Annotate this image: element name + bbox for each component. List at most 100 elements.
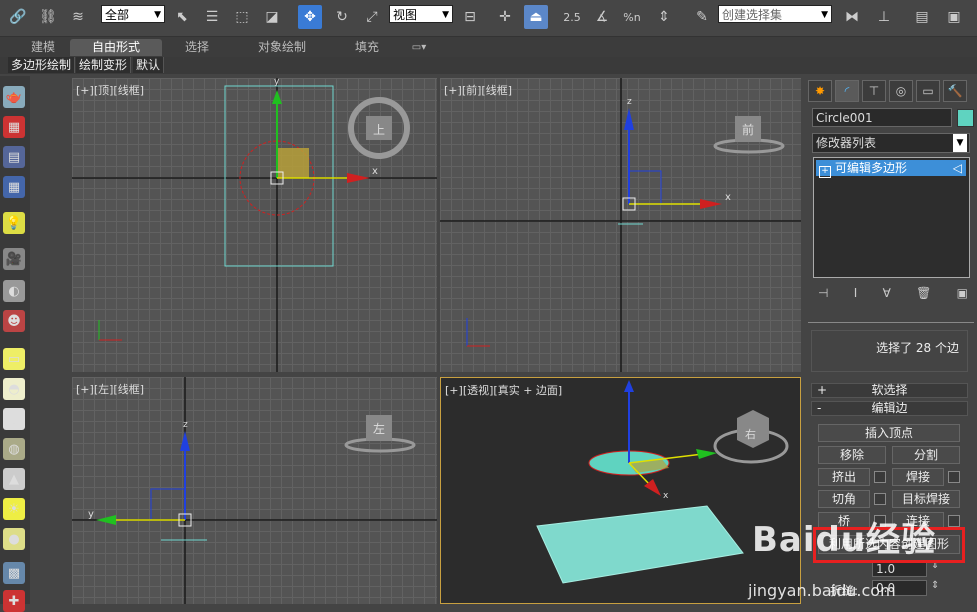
schematic-view-icon[interactable]: ▦ bbox=[3, 176, 25, 198]
lightbulb-icon[interactable]: ◁ bbox=[953, 160, 962, 176]
angle-snap-icon[interactable]: ∡ bbox=[590, 5, 614, 29]
subtab-defaults[interactable]: 默认 bbox=[133, 57, 165, 73]
weight-field[interactable]: 1.0 bbox=[872, 561, 927, 577]
tab-modeling[interactable]: 建模 bbox=[16, 39, 70, 56]
edit-named-selection-icon[interactable]: ✎ bbox=[690, 5, 714, 29]
tab-object-paint[interactable]: 对象绘制 bbox=[246, 39, 318, 56]
select-by-name-icon[interactable]: ☰ bbox=[200, 5, 224, 29]
cone-icon[interactable]: ▲ bbox=[3, 468, 25, 490]
extrude-settings-button[interactable] bbox=[874, 471, 886, 483]
grid-helper-icon[interactable]: ▩ bbox=[3, 562, 25, 584]
viewport-shading[interactable]: [线框] bbox=[113, 383, 144, 396]
geosphere-icon[interactable]: ◍ bbox=[3, 438, 25, 460]
mirror-icon[interactable]: ⧓ bbox=[840, 5, 864, 29]
configure-modifier-icon[interactable]: ▣ bbox=[957, 286, 968, 302]
display-tab-icon[interactable]: ▭ bbox=[916, 80, 940, 102]
viewport-shading[interactable]: [线框] bbox=[113, 84, 144, 97]
plane-object-persp[interactable] bbox=[536, 505, 744, 584]
split-button[interactable]: 分割 bbox=[892, 446, 960, 464]
viewcube-left[interactable]: 左 bbox=[344, 415, 416, 453]
viewcube-front[interactable]: 前 bbox=[713, 116, 785, 154]
sphere-icon[interactable]: ○ bbox=[3, 408, 25, 430]
link-icon[interactable]: 🔗 bbox=[6, 5, 30, 29]
unlink-icon[interactable]: ⛓ bbox=[36, 5, 60, 29]
scale-icon[interactable]: ⤢ bbox=[360, 5, 384, 29]
viewport-top[interactable]: x y 上 [+][顶][线框] bbox=[72, 78, 437, 372]
object-name-field[interactable]: Circle001 bbox=[812, 108, 952, 127]
viewcube-top[interactable]: 上 bbox=[348, 97, 410, 159]
light-icon[interactable]: 💡 bbox=[3, 212, 25, 234]
viewport-view-name[interactable]: [左] bbox=[94, 383, 114, 396]
extrude-button[interactable]: 挤出 bbox=[818, 468, 870, 486]
crease-spinner-icon[interactable]: ⇕ bbox=[931, 580, 939, 591]
viewport-perspective[interactable]: x 右 [+][透视][真实 + 边面] bbox=[440, 377, 801, 604]
remove-button[interactable]: 移除 bbox=[818, 446, 886, 464]
ref-coord-dropdown[interactable]: 视图 ▼ bbox=[389, 5, 453, 23]
chamfer-settings-button[interactable] bbox=[874, 493, 886, 505]
show-end-result-icon[interactable]: Ⅰ bbox=[854, 286, 858, 302]
snap-toggle-icon[interactable]: 2.5 bbox=[560, 5, 584, 29]
align-icon[interactable]: ⊥ bbox=[872, 5, 896, 29]
gizmo-xy-plane[interactable] bbox=[277, 148, 309, 178]
viewport-shading[interactable]: [线框] bbox=[481, 84, 512, 97]
viewport-front[interactable]: x z 前 [+][前][线框] bbox=[440, 78, 801, 372]
soft-selection-rollout[interactable]: + 软选择 bbox=[811, 383, 968, 398]
viewport-view-name[interactable]: [顶] bbox=[94, 84, 114, 97]
rotate-icon[interactable]: ↻ bbox=[330, 5, 354, 29]
plane-primitive-icon[interactable]: ▭ bbox=[3, 348, 25, 370]
ribbon-options-icon[interactable]: ▭▾ bbox=[404, 39, 434, 56]
weld-button[interactable]: 焊接 bbox=[892, 468, 944, 486]
sun-icon[interactable]: ☀ bbox=[3, 498, 25, 520]
weld-settings-button[interactable] bbox=[948, 471, 960, 483]
tab-selection[interactable]: 选择 bbox=[170, 39, 224, 56]
modifier-list-dropdown[interactable]: 修改器列表 ▼ bbox=[812, 133, 970, 153]
viewport-top-label[interactable]: [+][顶][线框] bbox=[76, 82, 144, 98]
percent-snap-icon[interactable]: %n bbox=[620, 5, 644, 29]
spinner-snap-icon[interactable]: ⇕ bbox=[652, 5, 676, 29]
viewport-shading[interactable]: [真实 + 边面] bbox=[493, 384, 562, 397]
viewcube-persp[interactable]: 右 bbox=[713, 410, 789, 464]
stack-item-editable-poly[interactable]: + 可编辑多边形 ◁ bbox=[816, 160, 966, 178]
graphite-toggle-icon[interactable]: ▣ bbox=[942, 5, 966, 29]
viewport-left[interactable]: y z 左 [+][左][线框] bbox=[72, 377, 437, 604]
hierarchy-tab-icon[interactable]: ⊤ bbox=[862, 80, 886, 102]
edit-edges-rollout[interactable]: - 编辑边 bbox=[811, 401, 968, 416]
viewport-view-name[interactable]: [前] bbox=[462, 84, 482, 97]
modify-tab-icon[interactable]: ◜ bbox=[835, 80, 859, 102]
tab-populate[interactable]: 填充 bbox=[340, 39, 394, 56]
subtab-paint-deform[interactable]: 绘制变形 bbox=[76, 57, 132, 73]
named-selection-dropdown[interactable]: 创建选择集 ▼ bbox=[718, 5, 832, 23]
character-icon[interactable]: ☻ bbox=[3, 310, 25, 332]
viewport-menu[interactable]: [+] bbox=[445, 384, 463, 397]
viewport-persp-label[interactable]: [+][透视][真实 + 边面] bbox=[445, 382, 562, 398]
motion-tab-icon[interactable]: ◎ bbox=[889, 80, 913, 102]
render-frame-icon[interactable]: ▦ bbox=[3, 116, 25, 138]
connect-settings-button[interactable] bbox=[948, 515, 960, 527]
bind-spacewarp-icon[interactable]: ≋ bbox=[66, 5, 90, 29]
keyboard-shortcut-override-icon[interactable]: ⏏ bbox=[524, 5, 548, 29]
teapot-icon[interactable]: 🫖 bbox=[3, 86, 25, 108]
viewport-menu[interactable]: [+] bbox=[76, 84, 94, 97]
select-object-icon[interactable]: ⬉ bbox=[170, 5, 194, 29]
viewport-front-label[interactable]: [+][前][线框] bbox=[444, 82, 512, 98]
expand-plus-icon[interactable]: + bbox=[819, 166, 831, 178]
selection-filter-dropdown[interactable]: 全部 ▼ bbox=[101, 5, 165, 23]
viewport-view-name[interactable]: [透视] bbox=[463, 384, 494, 397]
object-color-swatch[interactable] bbox=[957, 109, 974, 127]
subtab-poly-draw[interactable]: 多边形绘制 bbox=[8, 57, 76, 73]
pivot-center-icon[interactable]: ⊟ bbox=[458, 5, 482, 29]
material-editor-icon[interactable]: ▤ bbox=[3, 146, 25, 168]
move-icon[interactable]: ✥ bbox=[298, 5, 322, 29]
remove-modifier-icon[interactable]: 🗑 bbox=[916, 286, 931, 302]
pin-stack-icon[interactable]: ⊣ bbox=[818, 286, 828, 302]
window-crossing-icon[interactable]: ◪ bbox=[260, 5, 284, 29]
target-weld-button[interactable]: 目标焊接 bbox=[892, 490, 960, 508]
chamfer-button[interactable]: 切角 bbox=[818, 490, 870, 508]
make-unique-icon[interactable]: ∀ bbox=[883, 286, 891, 302]
insert-vertex-button[interactable]: 插入顶点 bbox=[818, 424, 960, 442]
tab-freeform[interactable]: 自由形式 bbox=[70, 39, 162, 56]
marker-icon[interactable]: ✚ bbox=[3, 590, 25, 612]
audio-icon[interactable]: ◐ bbox=[3, 280, 25, 302]
layer-manager-icon[interactable]: ▤ bbox=[910, 5, 934, 29]
hemisphere-icon[interactable]: ◓ bbox=[3, 378, 25, 400]
